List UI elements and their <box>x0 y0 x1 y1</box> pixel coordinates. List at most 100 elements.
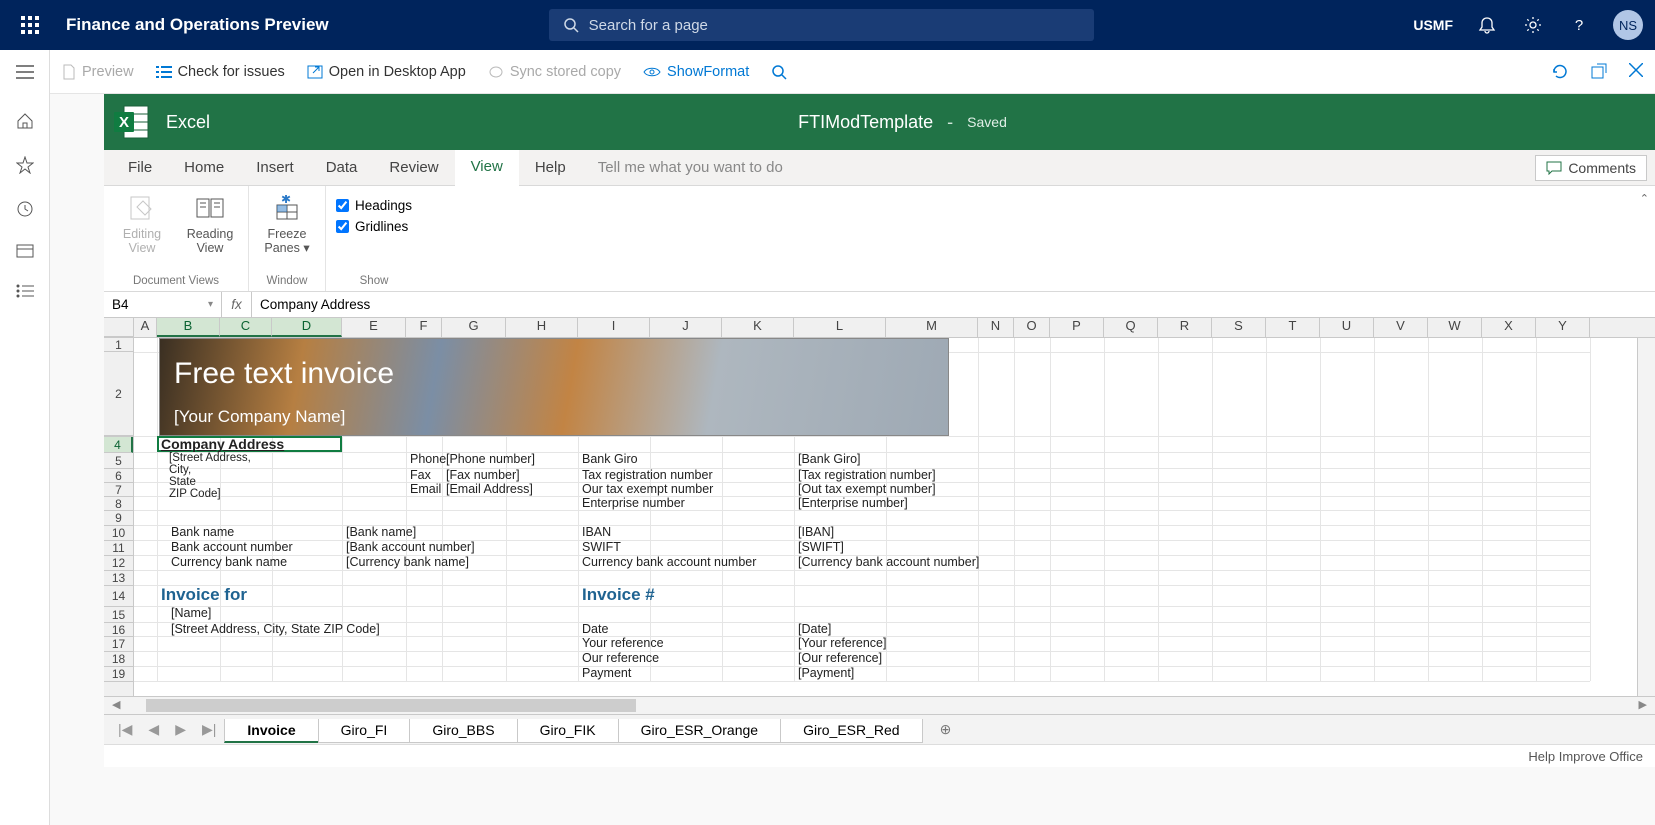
col-header-P[interactable]: P <box>1050 318 1104 337</box>
col-header-A[interactable]: A <box>134 318 157 337</box>
cell-L18[interactable]: [Our reference] <box>798 651 882 666</box>
cell-L5[interactable]: [Bank Giro] <box>798 452 861 468</box>
cell-L19[interactable]: [Payment] <box>798 666 854 681</box>
cell-I16[interactable]: Date <box>582 622 608 636</box>
col-header-W[interactable]: W <box>1428 318 1482 337</box>
row-header-12[interactable]: 12 <box>104 556 133 571</box>
row-header-18[interactable]: 18 <box>104 652 133 667</box>
cell-E11[interactable]: [Bank account number] <box>346 540 475 555</box>
scrollbar-horizontal[interactable]: ◀ ▶ <box>104 696 1655 714</box>
row-header-4[interactable]: 4 <box>104 437 133 453</box>
row-header-14[interactable]: 14 <box>104 586 133 607</box>
fx-icon[interactable]: fx <box>222 292 252 317</box>
col-header-U[interactable]: U <box>1320 318 1374 337</box>
cell-I12[interactable]: Currency bank account number <box>582 555 756 570</box>
home-icon[interactable] <box>16 112 34 130</box>
col-header-M[interactable]: M <box>886 318 978 337</box>
tab-insert[interactable]: Insert <box>240 150 310 186</box>
sheet-tab-giro_fik[interactable]: Giro_FIK <box>517 719 619 743</box>
tab-home[interactable]: Home <box>168 150 240 186</box>
check-issues-button[interactable]: Check for issues <box>156 64 285 80</box>
row-header-16[interactable]: 16 <box>104 623 133 637</box>
row-header-8[interactable]: 8 <box>104 497 133 511</box>
avatar[interactable]: NS <box>1613 10 1643 40</box>
col-header-Y[interactable]: Y <box>1536 318 1590 337</box>
cell-B11[interactable]: Bank account number <box>161 540 293 555</box>
gridlines-checkbox[interactable]: Gridlines <box>336 219 412 234</box>
document-name[interactable]: FTIModTemplate - Saved <box>798 112 1007 133</box>
popout-icon[interactable] <box>1591 63 1607 81</box>
app-launcher-icon[interactable] <box>12 16 48 34</box>
row-header-7[interactable]: 7 <box>104 483 133 497</box>
col-header-C[interactable]: C <box>220 318 272 337</box>
cell-L7[interactable]: [Out tax exempt number] <box>798 482 936 496</box>
help-icon[interactable]: ? <box>1567 13 1591 37</box>
star-icon[interactable] <box>16 156 34 174</box>
headings-checkbox[interactable]: Headings <box>336 198 412 213</box>
row-header-9[interactable]: 9 <box>104 511 133 526</box>
cell-I10[interactable]: IBAN <box>582 525 611 540</box>
cell-E10[interactable]: [Bank name] <box>346 525 416 540</box>
cell-I17[interactable]: Your reference <box>582 636 664 651</box>
col-header-R[interactable]: R <box>1158 318 1212 337</box>
col-header-T[interactable]: T <box>1266 318 1320 337</box>
gear-icon[interactable] <box>1521 13 1545 37</box>
module-icon[interactable] <box>16 244 34 258</box>
sheet-nav-first[interactable]: |◀ <box>110 721 140 738</box>
cell-I18[interactable]: Our reference <box>582 651 659 666</box>
tab-file[interactable]: File <box>112 150 168 186</box>
scrollbar-vertical[interactable] <box>1637 338 1655 714</box>
col-header-L[interactable]: L <box>794 318 886 337</box>
show-format-button[interactable]: ShowFormat <box>643 64 749 80</box>
close-icon[interactable] <box>1629 63 1643 81</box>
list-icon[interactable] <box>16 284 34 298</box>
row-header-6[interactable]: 6 <box>104 469 133 483</box>
sheet-nav-prev[interactable]: ◀ <box>140 721 167 738</box>
spreadsheet-grid[interactable]: ABCDEFGHIJKLMNOPQRSTUVWXY 12456789101112… <box>104 318 1655 714</box>
cell-L16[interactable]: [Date] <box>798 622 831 636</box>
sheet-tab-giro_bbs[interactable]: Giro_BBS <box>409 719 517 743</box>
cell-L8[interactable]: [Enterprise number] <box>798 496 908 510</box>
col-header-G[interactable]: G <box>442 318 506 337</box>
cell-invoice-num[interactable]: Invoice # <box>582 585 655 606</box>
col-header-N[interactable]: N <box>978 318 1014 337</box>
row-header-5[interactable]: 5 <box>104 453 133 469</box>
hamburger-icon[interactable] <box>0 50 50 94</box>
col-header-J[interactable]: J <box>650 318 722 337</box>
cell-B10[interactable]: Bank name <box>161 525 234 540</box>
row-header-13[interactable]: 13 <box>104 571 133 586</box>
sheet-tab-giro_esr_orange[interactable]: Giro_ESR_Orange <box>618 719 782 743</box>
col-header-X[interactable]: X <box>1482 318 1536 337</box>
row-header-15[interactable]: 15 <box>104 607 133 623</box>
cell-company-address[interactable]: Company Address <box>161 436 284 452</box>
sheet-tab-giro_fi[interactable]: Giro_FI <box>318 719 411 743</box>
search-input[interactable]: Search for a page <box>549 9 1094 41</box>
col-header-Q[interactable]: Q <box>1104 318 1158 337</box>
freeze-panes-button[interactable]: ✱ Freeze Panes ▾ <box>259 192 315 256</box>
col-header-I[interactable]: I <box>578 318 650 337</box>
col-header-H[interactable]: H <box>506 318 578 337</box>
cell-I19[interactable]: Payment <box>582 666 631 681</box>
company-picker[interactable]: USMF <box>1413 17 1453 33</box>
col-header-V[interactable]: V <box>1374 318 1428 337</box>
cell-L17[interactable]: [Your reference] <box>798 636 886 651</box>
scrollbar-thumb[interactable] <box>146 699 636 712</box>
cell-address-block[interactable]: [Street Address, City, State ZIP Code] <box>169 452 251 500</box>
sheet-nav-next[interactable]: ▶ <box>167 721 194 738</box>
col-header-O[interactable]: O <box>1014 318 1050 337</box>
row-header-11[interactable]: 11 <box>104 541 133 556</box>
cell-B12[interactable]: Currency bank name <box>161 555 287 570</box>
name-box[interactable]: B4 ▾ <box>104 292 222 317</box>
col-header-E[interactable]: E <box>342 318 406 337</box>
add-sheet-button[interactable]: ⊕ <box>940 721 952 738</box>
sheet-tab-giro_esr_red[interactable]: Giro_ESR_Red <box>780 719 923 743</box>
row-header-2[interactable]: 2 <box>104 352 133 436</box>
tab-data[interactable]: Data <box>310 150 374 186</box>
formula-input[interactable]: Company Address <box>252 297 1655 312</box>
cell-L10[interactable]: [IBAN] <box>798 525 834 540</box>
help-improve-link[interactable]: Help Improve Office <box>1528 749 1643 764</box>
cell-I11[interactable]: SWIFT <box>582 540 621 555</box>
cell-I8[interactable]: Enterprise number <box>582 496 685 510</box>
col-header-K[interactable]: K <box>722 318 794 337</box>
tab-help[interactable]: Help <box>519 150 582 186</box>
